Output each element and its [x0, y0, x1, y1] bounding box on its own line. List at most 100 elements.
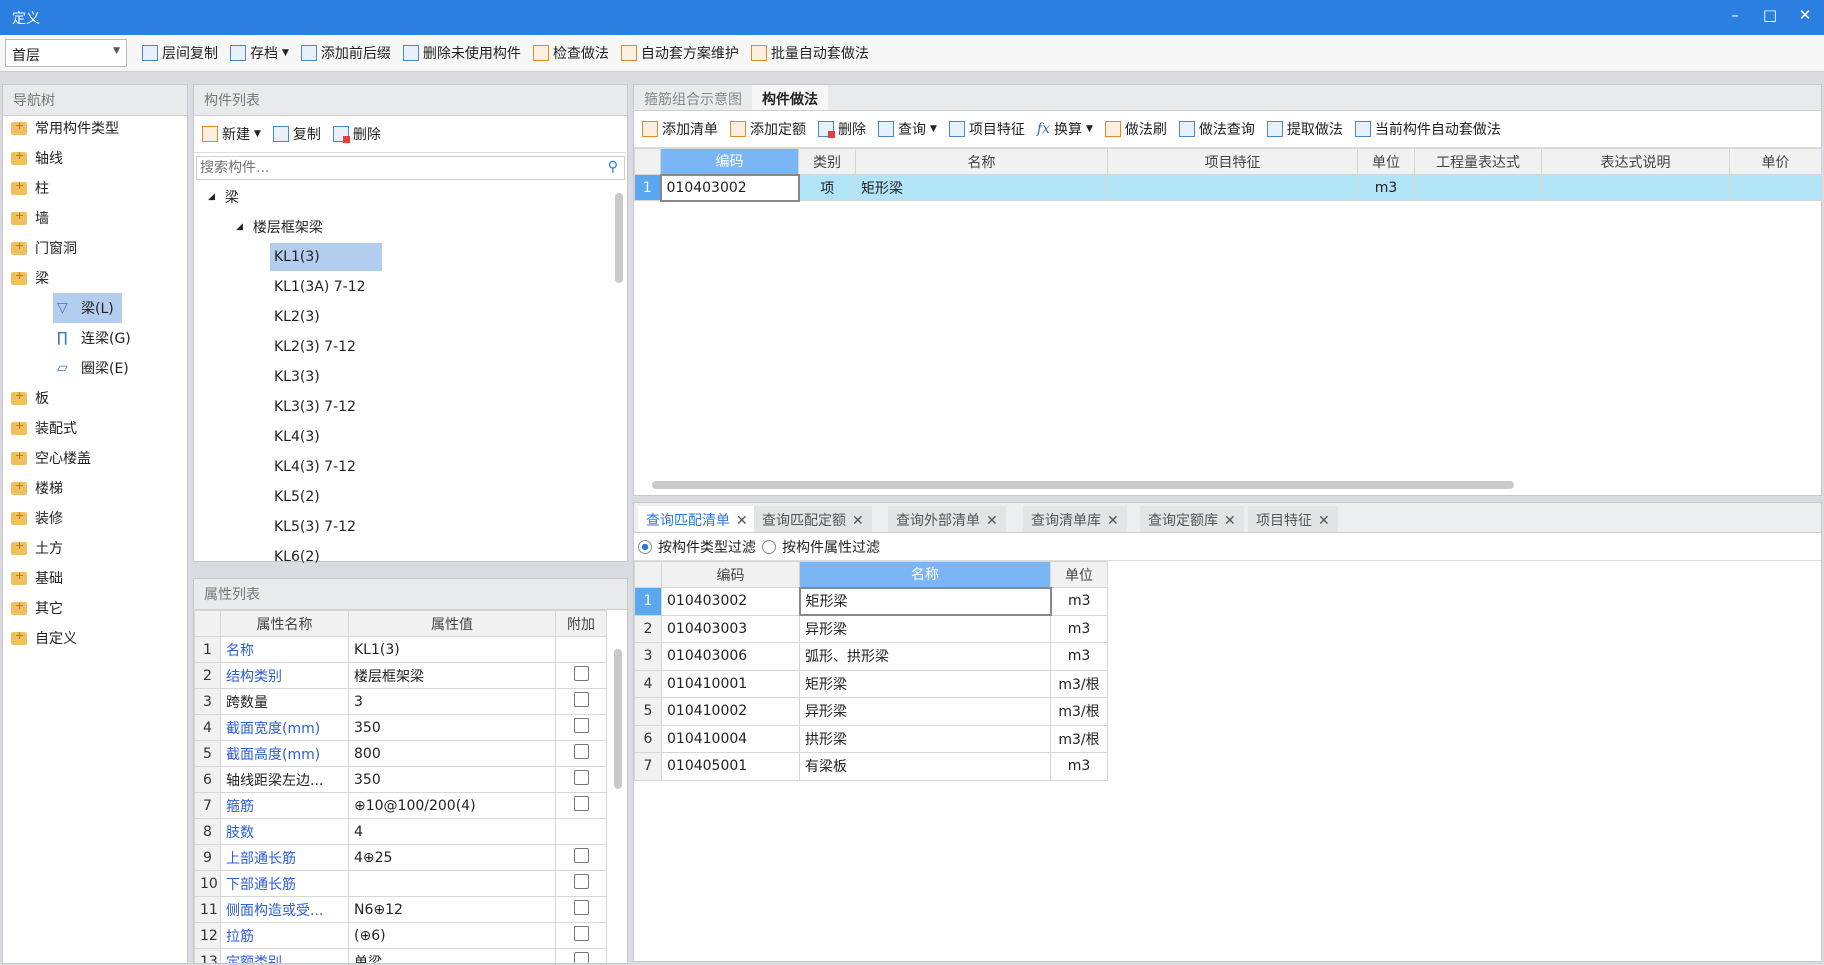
nav-item-7[interactable]: 装配式: [11, 413, 77, 443]
nav-item-6[interactable]: 板: [11, 383, 49, 413]
tree-node-group[interactable]: ◢ 楼层框架梁: [232, 213, 327, 241]
unit-cell[interactable]: m3: [1050, 642, 1108, 671]
query-row[interactable]: 2 010403003 异形梁 m3: [634, 614, 1108, 643]
method-tool-3[interactable]: 查询 ▼: [872, 115, 943, 143]
close-icon[interactable]: ✕: [986, 513, 998, 529]
property-row[interactable]: 1 名称 KL1(3): [194, 636, 607, 663]
property-value[interactable]: 800: [348, 740, 556, 767]
nav-item-13[interactable]: 其它: [11, 593, 63, 623]
component-item[interactable]: KL4(3): [270, 423, 324, 451]
property-value[interactable]: 单梁: [348, 948, 556, 963]
extra-checkbox[interactable]: [573, 666, 589, 681]
nav-item-14[interactable]: 自定义: [11, 623, 77, 653]
tab-stirrup-diagram[interactable]: 箍筋组合示意图: [634, 85, 752, 110]
component-item[interactable]: KL6(2): [270, 543, 324, 563]
method-cell[interactable]: 矩形梁: [855, 174, 1108, 201]
property-row[interactable]: 7 箍筋 ⊕10@100/200(4): [194, 792, 607, 819]
nav-item-1[interactable]: 轴线: [11, 143, 63, 173]
toolbar-button-4[interactable]: 检查做法: [527, 39, 615, 67]
extra-checkbox[interactable]: [573, 744, 589, 759]
radio-filter-type[interactable]: [638, 539, 652, 554]
nav-item-12[interactable]: 基础: [11, 563, 63, 593]
unit-cell[interactable]: m3: [1050, 614, 1108, 643]
property-row[interactable]: 11 侧面构造或受... N6⊕12: [194, 896, 607, 923]
query-row[interactable]: 7 010405001 有梁板 m3: [634, 752, 1108, 781]
code-cell[interactable]: 010403006: [661, 642, 800, 671]
toolbar-button-2[interactable]: 添加前后缀: [295, 39, 397, 67]
component-item[interactable]: KL1(3A) 7-12: [270, 273, 370, 301]
method-header[interactable]: 项目特征: [1107, 148, 1358, 175]
method-cell[interactable]: m3: [1357, 174, 1415, 201]
radio-filter-attr[interactable]: [762, 539, 776, 554]
name-cell[interactable]: 异形梁: [799, 614, 1051, 643]
property-value[interactable]: KL1(3): [348, 636, 556, 663]
component-item[interactable]: KL4(3) 7-12: [270, 453, 360, 481]
code-cell[interactable]: 010403002: [661, 587, 800, 616]
close-icon[interactable]: ✕: [736, 513, 748, 529]
nav-item-3[interactable]: 墙: [11, 203, 49, 233]
property-value[interactable]: 4⊕25: [348, 844, 556, 871]
property-value[interactable]: N6⊕12: [348, 896, 556, 923]
toolbar-button-5[interactable]: 自动套方案维护: [615, 39, 745, 67]
extra-checkbox[interactable]: [573, 848, 589, 863]
method-header[interactable]: 编码: [660, 148, 799, 175]
component-item[interactable]: KL5(3) 7-12: [270, 513, 360, 541]
code-cell[interactable]: 010403003: [661, 614, 800, 643]
method-tool-8[interactable]: 提取做法: [1261, 115, 1349, 143]
method-header[interactable]: 名称: [855, 148, 1108, 175]
property-row[interactable]: 4 截面宽度(mm) 350: [194, 714, 607, 741]
extra-checkbox[interactable]: [573, 718, 589, 733]
method-tool-9[interactable]: 当前构件自动套做法: [1349, 115, 1507, 143]
nav-item-10[interactable]: 装修: [11, 503, 63, 533]
query-row[interactable]: 4 010410001 矩形梁 m3/根: [634, 669, 1108, 698]
component-item[interactable]: KL3(3) 7-12: [270, 393, 360, 421]
nav-item-5[interactable]: 梁: [11, 263, 49, 293]
property-value[interactable]: 350: [348, 714, 556, 741]
toolbar-button-1[interactable]: 存档 ▼: [224, 39, 295, 67]
toolbar-button-0[interactable]: 层间复制: [136, 39, 224, 67]
tree-node-root[interactable]: ◢ 梁: [204, 183, 243, 211]
method-tool-0[interactable]: 添加清单: [636, 115, 724, 143]
method-cell[interactable]: [1729, 174, 1822, 201]
property-row[interactable]: 12 拉筋 (⊕6): [194, 922, 607, 949]
property-value[interactable]: 4: [348, 818, 556, 845]
query-row[interactable]: 3 010403006 弧形、拱形梁 m3: [634, 642, 1108, 671]
method-cell[interactable]: [1414, 174, 1542, 201]
nav-item-11[interactable]: 土方: [11, 533, 63, 563]
property-row[interactable]: 5 截面高度(mm) 800: [194, 740, 607, 767]
method-tool-1[interactable]: 添加定额: [724, 115, 812, 143]
extra-checkbox[interactable]: [573, 796, 589, 811]
extra-checkbox[interactable]: [573, 874, 589, 889]
property-value[interactable]: 楼层框架梁: [348, 662, 556, 689]
method-cell[interactable]: [1541, 174, 1730, 201]
method-tool-2[interactable]: 删除: [812, 115, 872, 143]
property-value[interactable]: 350: [348, 766, 556, 793]
tab-component-method[interactable]: 构件做法: [752, 85, 828, 110]
property-value[interactable]: 3: [348, 688, 556, 715]
close-button[interactable]: ✕: [1793, 6, 1817, 28]
code-cell[interactable]: 010405001: [661, 752, 800, 781]
query-tab-2[interactable]: 查询外部清单 ✕: [888, 506, 1006, 532]
name-cell[interactable]: 拱形梁: [799, 724, 1051, 753]
toolbar-button-6[interactable]: 批量自动套做法: [745, 39, 875, 67]
nav-subitem-2[interactable]: ▱ 圈梁(E): [53, 353, 137, 383]
delete-button[interactable]: 删除: [327, 120, 387, 148]
property-value[interactable]: (⊕6): [348, 922, 556, 949]
copy-button[interactable]: 复制: [267, 120, 327, 148]
property-value[interactable]: ⊕10@100/200(4): [348, 792, 556, 819]
search-icon[interactable]: ⚲: [608, 159, 618, 175]
property-value[interactable]: [348, 870, 556, 897]
property-row[interactable]: 2 结构类别 楼层框架梁: [194, 662, 607, 689]
name-cell[interactable]: 矩形梁: [798, 586, 1052, 616]
code-cell[interactable]: 010410002: [661, 697, 800, 726]
query-row[interactable]: 5 010410002 异形梁 m3/根: [634, 697, 1108, 726]
nav-item-8[interactable]: 空心楼盖: [11, 443, 91, 473]
unit-cell[interactable]: m3/根: [1050, 697, 1108, 726]
component-item[interactable]: KL1(3): [270, 243, 382, 271]
method-header[interactable]: 单价: [1729, 148, 1822, 175]
component-item[interactable]: KL5(2): [270, 483, 324, 511]
close-icon[interactable]: ✕: [1224, 513, 1236, 529]
name-cell[interactable]: 异形梁: [799, 697, 1051, 726]
search-input[interactable]: [197, 157, 603, 179]
query-row[interactable]: 6 010410004 拱形梁 m3/根: [634, 724, 1108, 753]
